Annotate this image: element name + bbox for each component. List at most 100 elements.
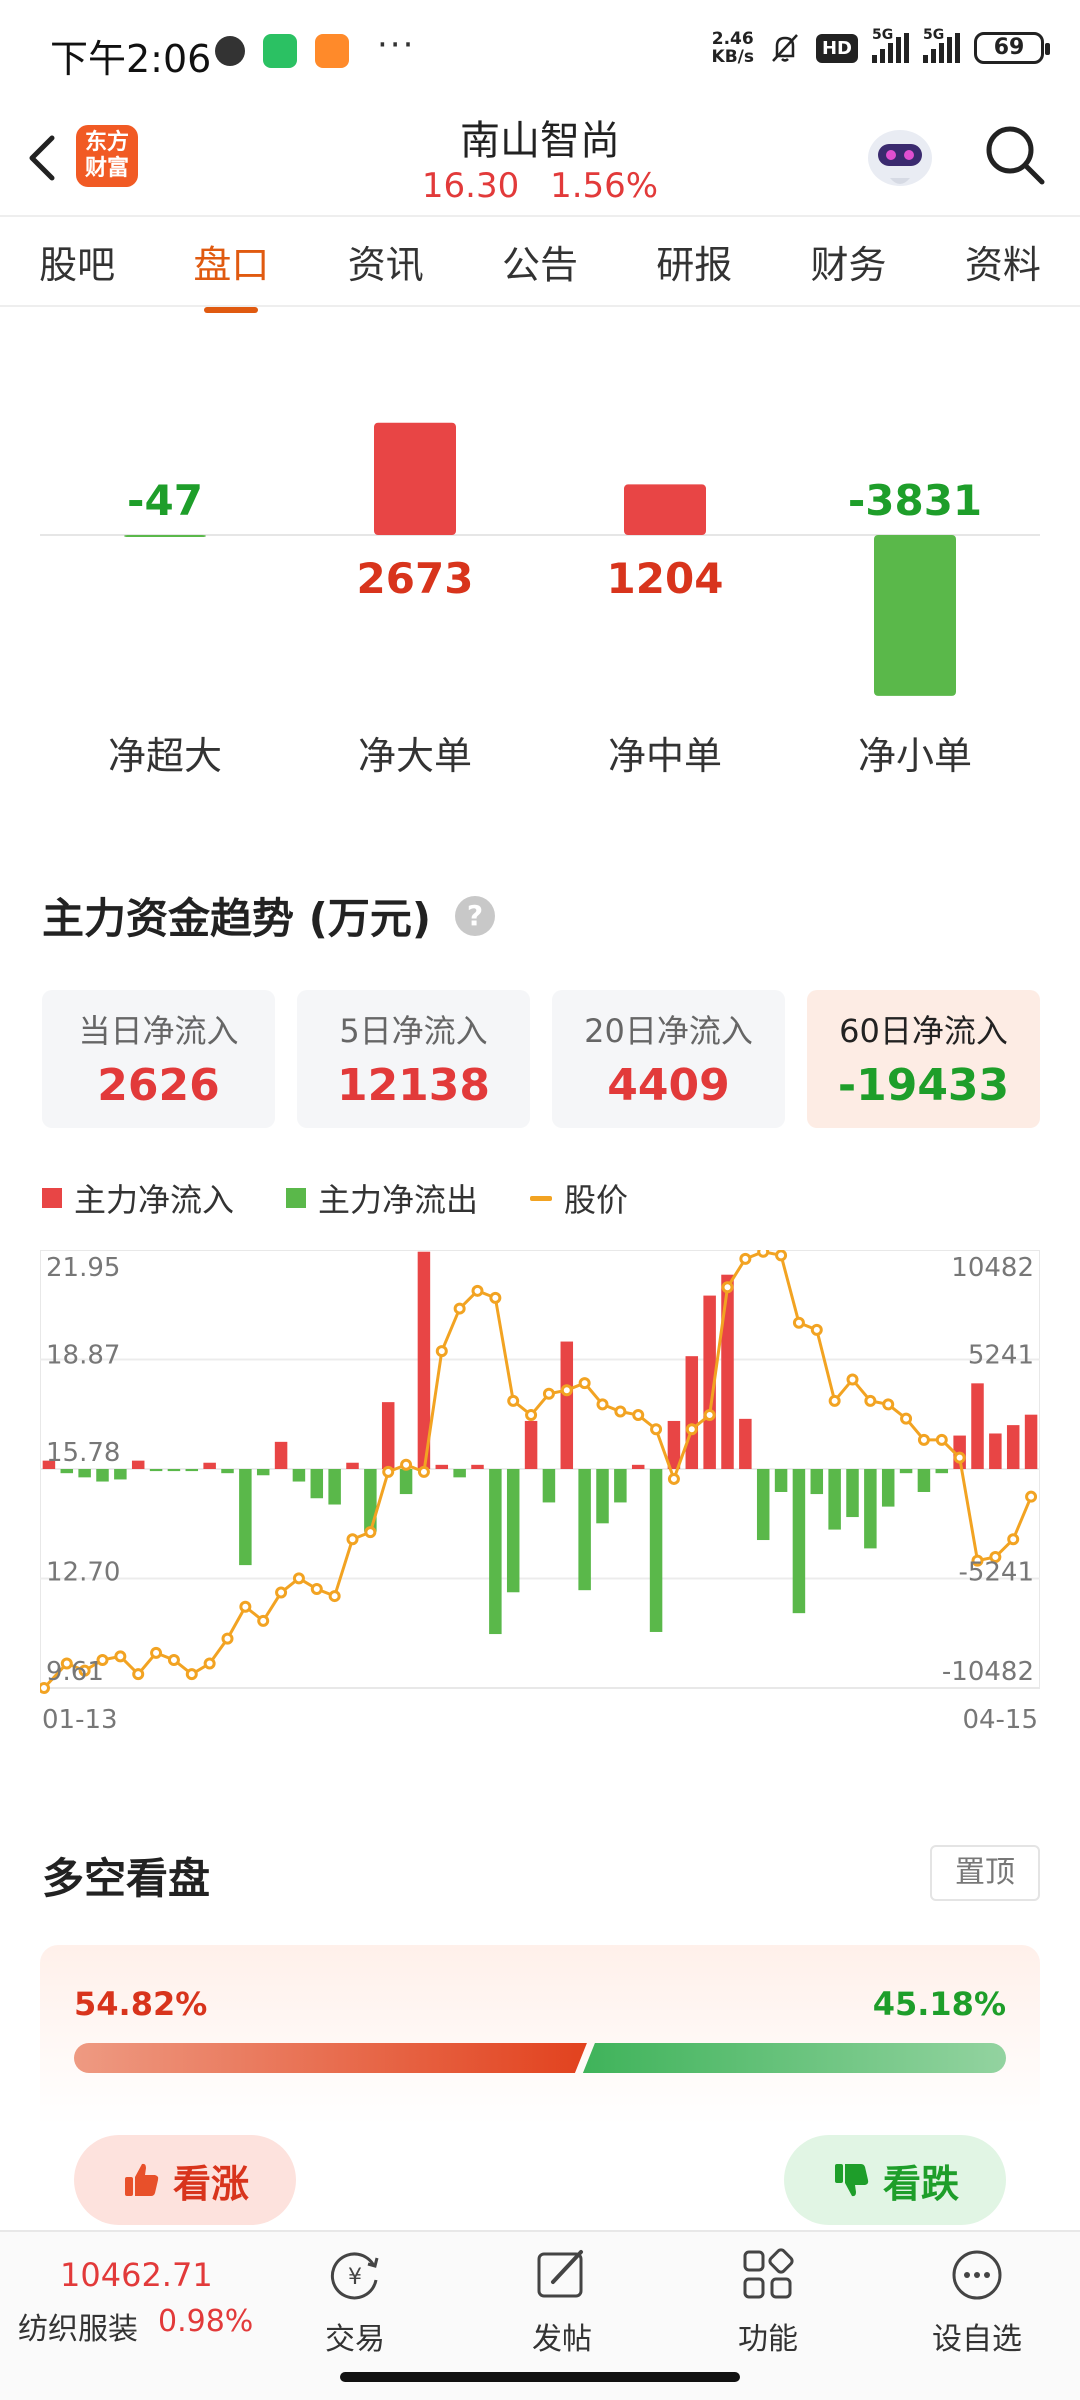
- right-axis-tick: -10482: [942, 1657, 1034, 1687]
- left-axis-tick: 15.78: [46, 1438, 120, 1468]
- bear-percent: 45.18%: [872, 1985, 1006, 2023]
- sector-index-value[interactable]: 10462.71: [60, 2256, 213, 2294]
- net-order-value-1: -47: [127, 476, 203, 525]
- price-point: [703, 1409, 716, 1422]
- price-point: [382, 1465, 395, 1478]
- tab-4[interactable]: 公告: [498, 234, 582, 289]
- right-axis-tick: 10482: [951, 1253, 1034, 1283]
- flow-bar: [685, 1356, 699, 1469]
- tab-1[interactable]: 股吧: [35, 234, 119, 289]
- tab-2[interactable]: 盘口: [189, 234, 273, 289]
- bull-ratio-fill: [74, 2043, 587, 2073]
- price-point: [953, 1451, 966, 1464]
- flow-card-value: -19433: [837, 1060, 1010, 1111]
- bullish-button[interactable]: 看涨: [74, 2135, 296, 2225]
- tab-6[interactable]: 财务: [807, 234, 891, 289]
- price-point: [489, 1291, 502, 1304]
- flow-bar: [560, 1341, 574, 1469]
- price-point: [364, 1526, 377, 1539]
- flow-bar: [96, 1469, 109, 1482]
- flow-bar: [346, 1462, 359, 1469]
- home-indicator[interactable]: [340, 2372, 740, 2382]
- flow-bar: [881, 1469, 895, 1507]
- flow-bar: [721, 1274, 734, 1469]
- price-point: [917, 1433, 930, 1446]
- flow-card-value: 4409: [607, 1060, 730, 1111]
- nav-add-watchlist[interactable]: 设自选: [917, 2244, 1037, 2358]
- price-point: [525, 1409, 538, 1422]
- net-order-label-2: 净大单: [357, 734, 472, 778]
- flow-card-2[interactable]: 5日净流入 12138: [297, 990, 530, 1128]
- legend-inflow-swatch: [42, 1188, 62, 1208]
- stock-price: 16.30: [421, 166, 520, 206]
- flow-bar: [828, 1469, 841, 1530]
- price-point: [650, 1423, 663, 1436]
- net-order-bar-3: [624, 484, 706, 535]
- price-point: [739, 1252, 752, 1265]
- net-order-label-3: 净中单: [607, 734, 722, 778]
- tab-3[interactable]: 资讯: [344, 234, 428, 289]
- net-order-value-4: -3831: [848, 476, 982, 525]
- flow-bar: [971, 1383, 984, 1469]
- search-icon[interactable]: [980, 120, 1050, 190]
- flow-card-label: 当日净流入: [78, 1012, 239, 1050]
- tab-7[interactable]: 资料: [961, 234, 1045, 289]
- svg-text:¥: ¥: [348, 2265, 362, 2290]
- battery-icon: 69: [974, 32, 1050, 64]
- price-point: [667, 1472, 680, 1485]
- left-axis-tick: 21.95: [46, 1253, 120, 1283]
- flow-bar: [60, 1469, 74, 1474]
- trend-title: 主力资金趋势 (万元): [42, 894, 432, 943]
- flow-bar: [1024, 1414, 1038, 1469]
- flow-card-value: 2626: [97, 1060, 220, 1111]
- flow-bar: [756, 1469, 770, 1541]
- chart-legend: 主力净流入 主力净流出 股价: [42, 1175, 628, 1221]
- legend-price: 股价: [530, 1175, 628, 1221]
- flow-bar: [542, 1469, 556, 1503]
- flow-bar: [989, 1433, 1002, 1469]
- flow-bar: [114, 1469, 127, 1480]
- flow-card-3[interactable]: 20日净流入 4409: [552, 990, 785, 1128]
- price-point: [935, 1433, 948, 1446]
- flow-bar: [221, 1469, 234, 1474]
- flow-bar: [292, 1469, 306, 1482]
- pin-top-button[interactable]: 置顶: [930, 1845, 1040, 1901]
- status-time: 下午2:06: [50, 37, 212, 81]
- price-point: [435, 1345, 448, 1358]
- price-point: [275, 1586, 288, 1599]
- help-icon[interactable]: ?: [455, 896, 495, 936]
- net-order-label-4: 净小单: [857, 734, 972, 778]
- flow-bar: [310, 1469, 324, 1499]
- flow-card-label: 20日净流入: [584, 1012, 753, 1050]
- flow-bar: [399, 1469, 413, 1495]
- thumbs-down-icon: [834, 2164, 869, 2197]
- robot-assistant-icon[interactable]: [860, 118, 940, 198]
- net-order-value-3: 1204: [607, 554, 724, 603]
- tab-5[interactable]: 研报: [652, 234, 736, 289]
- price-point: [542, 1387, 555, 1400]
- flow-bar: [274, 1441, 288, 1469]
- sector-index-name[interactable]: 纺织服装: [18, 2304, 138, 2348]
- nav-functions[interactable]: 功能: [708, 2244, 828, 2358]
- flow-bar: [471, 1464, 484, 1469]
- signal-icon-2: 5G: [923, 27, 960, 63]
- more-notifications-icon: ···: [377, 25, 416, 65]
- hd-badge: HD: [815, 33, 858, 63]
- flow-bar: [631, 1464, 645, 1469]
- bearish-button[interactable]: 看跌: [784, 2135, 1006, 2225]
- flow-card-4[interactable]: 60日净流入 -19433: [807, 990, 1040, 1128]
- price-point: [721, 1281, 734, 1294]
- fund-trend-chart[interactable]: 21.95 18.87 15.78 12.70 9.61 10482 5241 -5241 -1…: [40, 1250, 1040, 1750]
- stock-change-pct: 1.56%: [550, 166, 659, 206]
- flow-bar: [149, 1469, 163, 1472]
- nav-trade[interactable]: ¥ 交易: [295, 2244, 415, 2358]
- nav-post[interactable]: 发帖: [502, 2244, 622, 2358]
- flow-bar: [810, 1469, 824, 1495]
- price-point: [132, 1668, 145, 1681]
- signal-icon: 5G: [872, 27, 909, 63]
- sector-index-pct[interactable]: 0.98%: [158, 2304, 253, 2339]
- flow-bar: [256, 1469, 270, 1476]
- flow-card-1[interactable]: 当日净流入 2626: [42, 990, 275, 1128]
- flow-bar: [185, 1469, 199, 1472]
- flow-bar: [524, 1420, 538, 1469]
